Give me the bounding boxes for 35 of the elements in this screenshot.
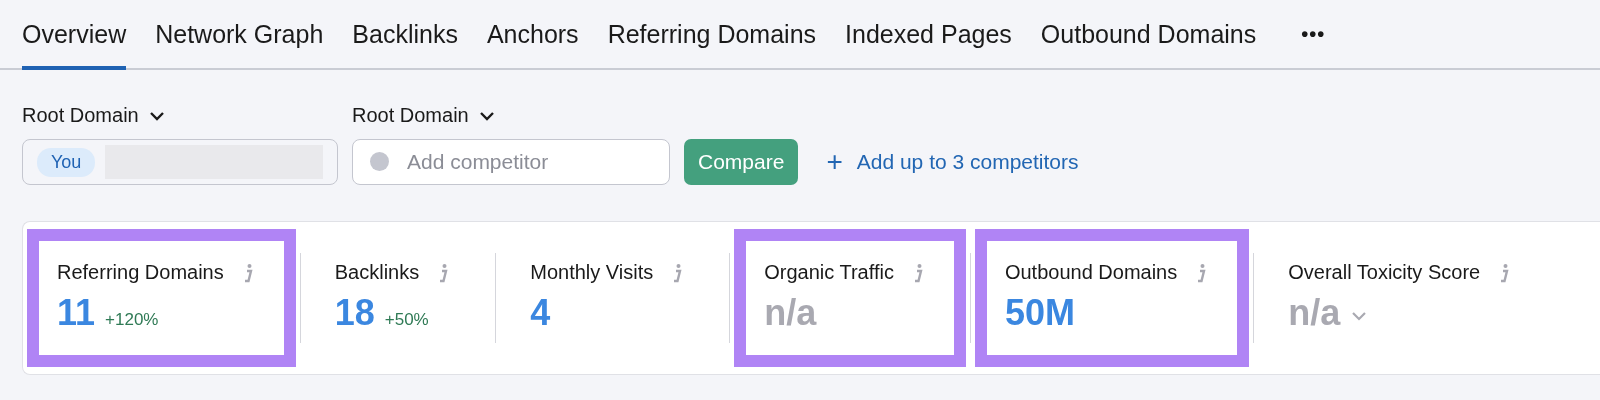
chevron-down-icon [148,110,165,121]
metric-value: n/a [1288,292,1341,334]
chevron-down-icon[interactable] [1350,310,1369,322]
metric-label: Backlinks [334,261,420,284]
metric-value: 18 [334,292,375,334]
metric-value: 50M [1004,292,1075,334]
tab[interactable]: Backlinks [352,0,458,70]
competitor-field[interactable]: Add competitor [352,139,670,185]
you-badge: You [37,147,96,177]
metric-label: Overall Toxicity Score [1288,261,1481,284]
domain-type-dropdown[interactable]: Root Domain [22,104,165,127]
metric-label: Monthly Visits [530,261,654,284]
info-icon[interactable] [437,262,450,283]
metric-value: 4 [530,292,551,334]
add-competitors-link[interactable]: + Add up to 3 competitors [812,148,1079,176]
info-icon[interactable] [671,262,684,283]
tab[interactable]: Outbound Domains [1040,0,1257,70]
tab[interactable]: Network Graph [155,0,324,70]
metric-value: 11 [57,292,96,334]
metric-change: +120% [105,310,159,330]
tab[interactable]: Anchors [486,0,579,70]
tab[interactable]: Referring Domains [607,0,817,70]
metric-label: Organic Traffic [764,261,894,284]
domain-type-dropdown[interactable]: Root Domain [352,104,495,127]
tab[interactable]: Indexed Pages [845,0,1012,70]
more-button[interactable]: ••• [1293,0,1334,68]
chevron-down-icon [478,110,495,121]
metric-label: Referring Domains [57,261,224,284]
domain-field[interactable]: You [22,139,338,185]
tab[interactable]: Overview [22,0,127,70]
info-icon[interactable] [1498,262,1511,283]
info-icon[interactable] [1195,262,1208,283]
metric-label: Outbound Domains [1004,261,1178,284]
metric-value: n/a [764,292,817,334]
metric-change: +50% [384,310,429,330]
